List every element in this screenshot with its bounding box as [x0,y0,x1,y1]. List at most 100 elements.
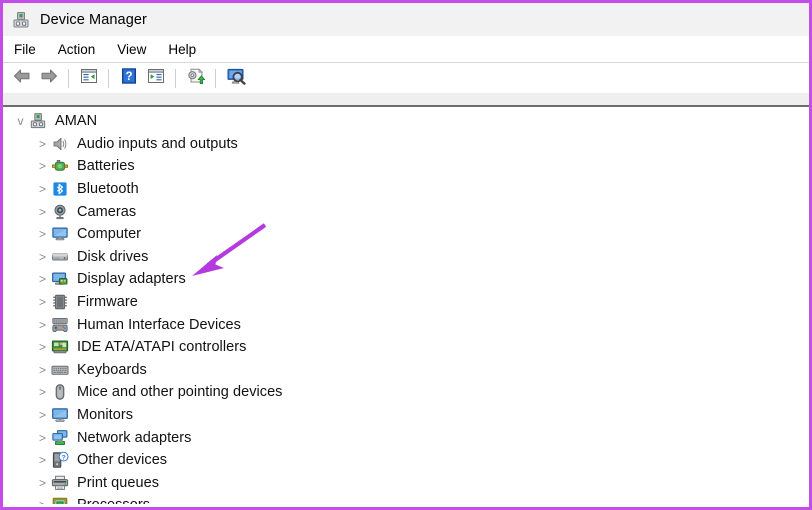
device-tree[interactable]: v AMAN > Audio inputs and outputs > Batt… [3,107,809,504]
forward-button[interactable] [35,66,62,90]
battery-icon [51,157,69,175]
update-driver-button[interactable] [182,66,209,90]
tree-item-label: Cameras [77,203,137,220]
device-manager-window: Device Manager File Action View Help ? v… [0,0,812,510]
tree-item-cameras[interactable]: > Cameras [3,200,809,223]
console-tree-icon [79,67,99,90]
chevron-right-icon[interactable]: > [34,385,51,399]
tree-item-ide-ata-atapi-controllers[interactable]: > IDE ATA/ATAPI controllers [3,336,809,359]
menu-view[interactable]: View [117,40,157,59]
chevron-right-icon[interactable]: > [34,137,51,151]
tree-item-aman[interactable]: v AMAN [3,110,809,133]
tree-item-label: Processors [77,497,150,504]
scan-hardware-icon [225,67,247,90]
display-adapter-icon [51,270,69,288]
tree-item-mice-and-other-pointing-devices[interactable]: > Mice and other pointing devices [3,381,809,404]
tree-item-disk-drives[interactable]: > Disk drives [3,246,809,269]
chevron-down-icon[interactable]: v [12,114,29,128]
properties-panel-icon [146,67,166,90]
toolbar-separator [215,68,216,88]
hid-gamepad-icon [51,316,69,334]
keyboard-icon [51,361,69,379]
tree-item-label: Network adapters [77,429,192,446]
tree-item-processors[interactable]: > Processors [3,494,809,504]
chevron-right-icon[interactable]: > [34,431,51,445]
chevron-right-icon[interactable]: > [34,250,51,264]
tree-item-label: Print queues [77,474,160,491]
tree-item-monitors[interactable]: > Monitors [3,404,809,427]
device-manager-icon [12,11,30,29]
update-driver-icon [185,67,207,90]
tree-item-label: Computer [77,226,142,243]
tree-item-label: Disk drives [77,248,149,265]
tree-item-label: IDE ATA/ATAPI controllers [77,339,247,356]
help-button[interactable]: ? [115,66,142,90]
back-arrow-icon [12,67,32,90]
back-button[interactable] [8,66,35,90]
computer-root-icon [29,112,47,130]
tree-item-label: Keyboards [77,361,147,378]
tree-item-display-adapters[interactable]: > Display adapters [3,268,809,291]
chevron-right-icon[interactable]: > [34,363,51,377]
tree-item-network-adapters[interactable]: > Network adapters [3,426,809,449]
chevron-right-icon[interactable]: > [34,182,51,196]
toolbar-separator [175,68,176,88]
tree-item-computer[interactable]: > Computer [3,223,809,246]
chevron-right-icon[interactable]: > [34,340,51,354]
title-bar: Device Manager [3,3,809,36]
chevron-right-icon[interactable]: > [34,272,51,286]
mouse-icon [51,383,69,401]
window-title: Device Manager [40,11,147,28]
chevron-right-icon[interactable]: > [34,159,51,173]
tree-item-print-queues[interactable]: > Print queues [3,472,809,495]
show-hide-console-tree-button[interactable] [75,66,102,90]
tree-item-label: Monitors [77,407,133,424]
help-question-icon: ? [119,67,139,90]
tree-item-bluetooth[interactable]: > Bluetooth [3,178,809,201]
forward-arrow-icon [39,67,59,90]
monitor-icon [51,406,69,424]
properties-button[interactable] [142,66,169,90]
other-devices-icon: ? [51,451,69,469]
menu-action[interactable]: Action [58,40,107,59]
tree-item-label: Other devices [77,452,168,469]
tree-item-label: Bluetooth [77,181,139,198]
tree-item-label: AMAN [55,113,98,130]
toolbar-separator [108,68,109,88]
tree-item-batteries[interactable]: > Batteries [3,155,809,178]
printer-icon [51,474,69,492]
tree-item-label: Display adapters [77,271,186,288]
toolbar-bottom-strip [3,93,809,107]
camera-icon [51,203,69,221]
chevron-right-icon[interactable]: > [34,408,51,422]
disk-drive-icon [51,248,69,266]
menu-bar: File Action View Help [3,36,809,63]
svg-text:?: ? [62,455,66,462]
tree-item-firmware[interactable]: > Firmware [3,291,809,314]
ide-controller-icon [51,338,69,356]
tree-item-human-interface-devices[interactable]: > Human Interface Devices [3,313,809,336]
chevron-right-icon[interactable]: > [34,295,51,309]
svg-text:?: ? [125,71,132,83]
tree-item-label: Mice and other pointing devices [77,384,283,401]
firmware-chip-icon [51,293,69,311]
bluetooth-icon [51,180,69,198]
chevron-right-icon[interactable]: > [34,453,51,467]
chevron-right-icon[interactable]: > [34,498,51,504]
tree-item-keyboards[interactable]: > Keyboards [3,359,809,382]
tree-item-label: Human Interface Devices [77,316,241,333]
chevron-right-icon[interactable]: > [34,318,51,332]
tree-item-other-devices[interactable]: > ? Other devices [3,449,809,472]
toolbar-separator [68,68,69,88]
network-adapter-icon [51,429,69,447]
chevron-right-icon[interactable]: > [34,205,51,219]
speaker-icon [51,135,69,153]
chevron-right-icon[interactable]: > [34,476,51,490]
menu-file[interactable]: File [14,40,47,59]
scan-hardware-changes-button[interactable] [222,66,249,90]
tree-item-label: Audio inputs and outputs [77,135,238,152]
menu-help[interactable]: Help [168,40,207,59]
chevron-right-icon[interactable]: > [34,227,51,241]
tree-item-label: Batteries [77,158,135,175]
tree-item-audio-inputs-and-outputs[interactable]: > Audio inputs and outputs [3,133,809,156]
